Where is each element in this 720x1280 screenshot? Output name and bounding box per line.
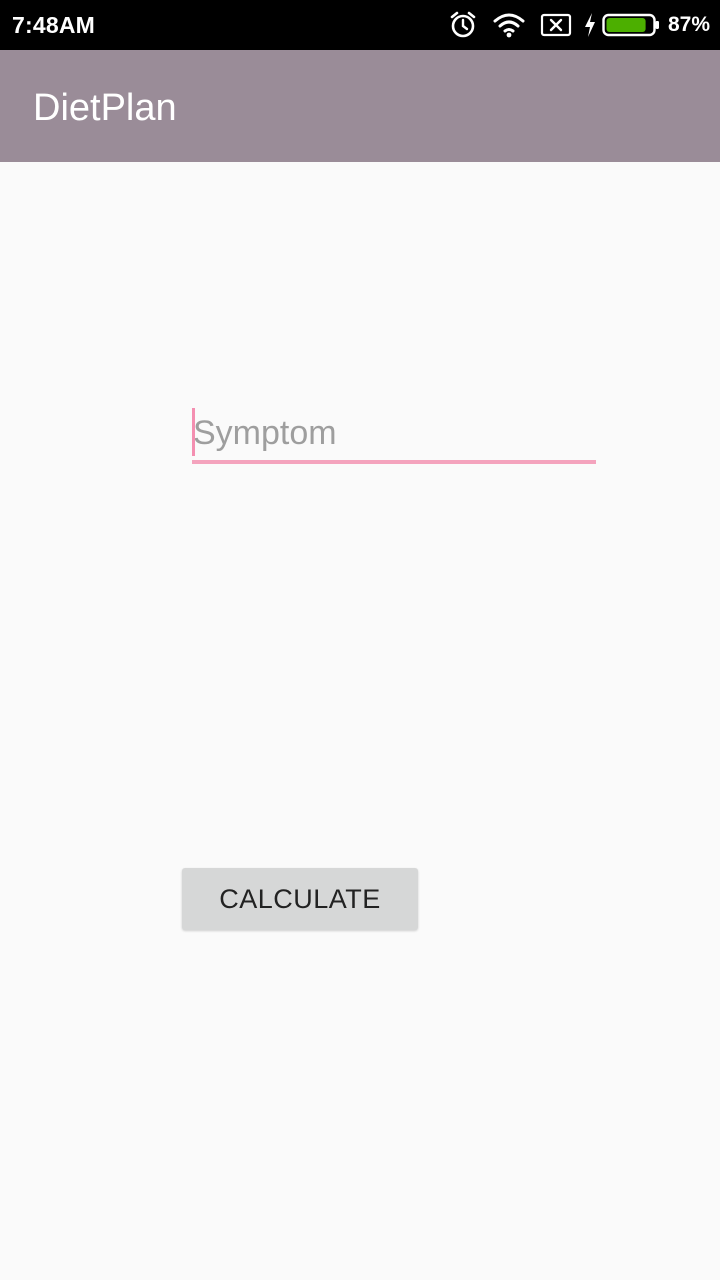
- app-title: DietPlan: [33, 87, 177, 129]
- main-content: CALCULATE: [0, 162, 720, 1280]
- symptom-underline: [192, 460, 596, 464]
- status-icons: 87%: [448, 0, 710, 50]
- calculate-button[interactable]: CALCULATE: [182, 868, 418, 930]
- no-sim-icon: [540, 13, 572, 37]
- status-bar: 7:48AM 87%: [0, 0, 720, 50]
- charging-icon: [584, 13, 595, 37]
- battery-percent: 87%: [667, 13, 710, 36]
- status-time: 7:48AM: [12, 12, 96, 38]
- battery-icon: [602, 13, 659, 37]
- text-cursor: [192, 408, 195, 456]
- alarm-icon: [450, 11, 476, 38]
- wifi-icon: [493, 13, 525, 38]
- symptom-field[interactable]: [192, 406, 596, 464]
- symptom-input[interactable]: [192, 406, 596, 460]
- app-bar: DietPlan: [0, 50, 720, 162]
